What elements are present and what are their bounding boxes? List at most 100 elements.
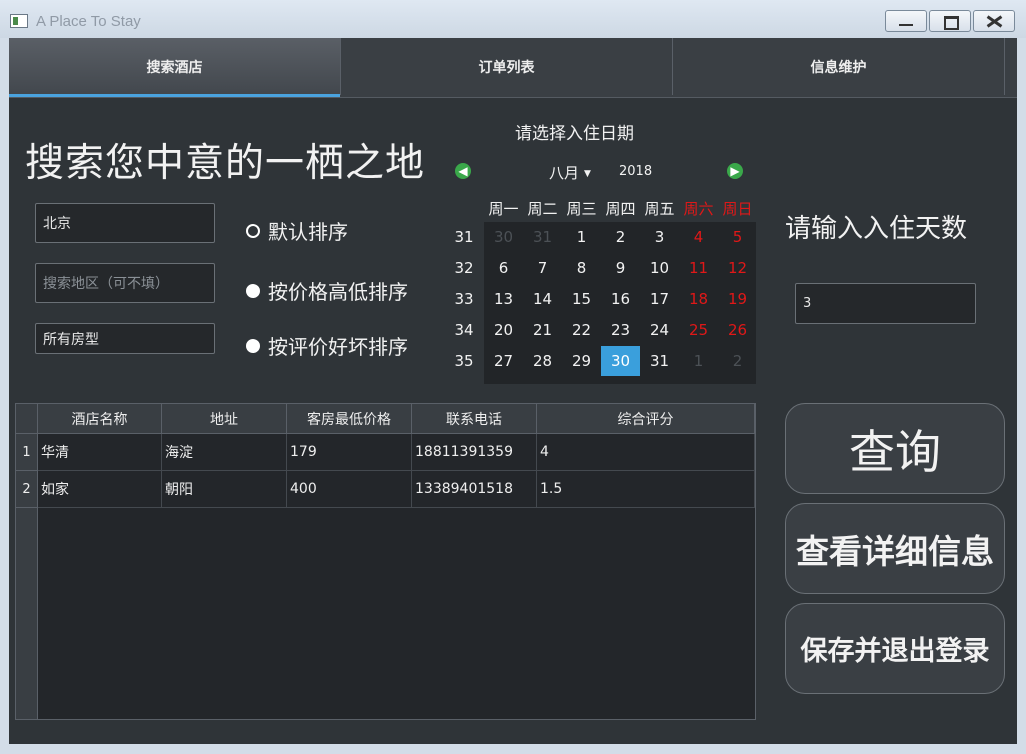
calendar-day[interactable]: 12	[718, 253, 757, 283]
weekday-label: 周五	[644, 200, 675, 218]
week-number: 32	[454, 259, 474, 277]
window-title: A Place To Stay	[36, 13, 141, 30]
tab-order-list[interactable]: 订单列表	[341, 38, 673, 95]
weekday-label: 周六	[683, 200, 714, 218]
calendar-day[interactable]: 20	[484, 315, 523, 345]
hotel-results-table: 酒店名称 地址 客房最低价格 联系电话 综合评分 1 华清 海淀 179 18811391359 4…	[15, 403, 756, 720]
calendar-day-selected[interactable]: 30	[601, 346, 640, 376]
view-details-button[interactable]: 查看详细信息	[785, 503, 1005, 594]
column-header[interactable]: 地址	[162, 404, 287, 434]
calendar-day[interactable]: 14	[523, 284, 562, 314]
calendar-day[interactable]: 15	[562, 284, 601, 314]
column-header[interactable]: 客房最低价格	[287, 404, 412, 434]
radio-checked-icon	[246, 338, 260, 353]
save-and-logout-button[interactable]: 保存并退出登录	[785, 603, 1005, 694]
chevron-down-icon: ▼	[584, 168, 591, 179]
room-type-select[interactable]: 所有房型	[35, 323, 215, 354]
calendar-day[interactable]: 18	[679, 284, 718, 314]
radio-unchecked-icon	[246, 223, 260, 238]
table-cell[interactable]: 400	[287, 471, 412, 508]
week-number: 35	[454, 352, 474, 370]
month-dropdown[interactable]: 八月 ▼	[549, 162, 591, 183]
calendar-day[interactable]: 1	[562, 222, 601, 252]
weekday-label: 周三	[566, 200, 597, 218]
calendar-day[interactable]: 11	[679, 253, 718, 283]
calendar-day[interactable]: 8	[562, 253, 601, 283]
weekday-label: 周一	[488, 200, 519, 218]
calendar-day[interactable]: 7	[523, 253, 562, 283]
page-title: 搜索您中意的一栖之地	[25, 141, 426, 186]
calendar-day[interactable]: 29	[562, 346, 601, 376]
calendar-day[interactable]: 6	[484, 253, 523, 283]
next-month-arrow-icon[interactable]: ▶	[727, 163, 743, 179]
row-header-gutter	[16, 508, 38, 719]
weekday-label: 周二	[527, 200, 558, 218]
sort-default-radio[interactable]: 默认排序	[246, 216, 348, 245]
calendar-day[interactable]: 16	[601, 284, 640, 314]
table-cell[interactable]: 海淀	[162, 434, 287, 471]
app-content: 搜索酒店 订单列表 信息维护 搜索您中意的一栖之地 北京 搜索地区（可不填） 所…	[9, 38, 1017, 744]
weekday-label: 周四	[605, 200, 636, 218]
column-header[interactable]: 综合评分	[537, 404, 755, 434]
calendar-day[interactable]: 28	[523, 346, 562, 376]
column-header[interactable]: 联系电话	[412, 404, 537, 434]
table-cell[interactable]: 13389401518	[412, 471, 537, 508]
table-cell[interactable]: 华清	[38, 434, 162, 471]
calendar-day[interactable]: 17	[640, 284, 679, 314]
tab-info-maintenance[interactable]: 信息维护	[673, 38, 1005, 95]
sort-by-price-radio[interactable]: 按价格高低排序	[246, 276, 408, 305]
week-number: 34	[454, 321, 474, 339]
calendar-day[interactable]: 26	[718, 315, 757, 345]
area-search-input[interactable]: 搜索地区（可不填）	[35, 263, 215, 303]
stay-days-label: 请输入入住天数	[785, 214, 968, 244]
minimize-button[interactable]	[885, 10, 927, 32]
app-window-icon	[10, 14, 28, 28]
year-label: 2018	[619, 164, 653, 179]
calendar-day[interactable]: 1	[679, 346, 718, 376]
calendar-day[interactable]: 24	[640, 315, 679, 345]
radio-checked-icon	[246, 283, 260, 298]
calendar-day[interactable]: 23	[601, 315, 640, 345]
calendar-day[interactable]: 31	[640, 346, 679, 376]
calendar-day[interactable]: 2	[718, 346, 757, 376]
calendar-day[interactable]: 22	[562, 315, 601, 345]
maximize-button[interactable]	[929, 10, 971, 32]
calendar-day[interactable]: 30	[484, 222, 523, 252]
tab-search-hotel[interactable]: 搜索酒店	[9, 38, 341, 97]
table-cell[interactable]: 18811391359	[412, 434, 537, 471]
table-cell[interactable]: 如家	[38, 471, 162, 508]
radio-label: 默认排序	[268, 220, 348, 244]
calendar-day[interactable]: 21	[523, 315, 562, 345]
table-cell[interactable]: 4	[537, 434, 755, 471]
table-corner	[16, 404, 38, 434]
prev-month-arrow-icon[interactable]: ◀	[455, 163, 471, 179]
table-cell[interactable]: 1.5	[537, 471, 755, 508]
city-input[interactable]: 北京	[35, 203, 215, 243]
calendar-day[interactable]: 9	[601, 253, 640, 283]
query-button[interactable]: 查询	[785, 403, 1005, 494]
calendar-day[interactable]: 3	[640, 222, 679, 252]
table-cell[interactable]: 179	[287, 434, 412, 471]
calendar-day[interactable]: 27	[484, 346, 523, 376]
row-index: 1	[16, 434, 38, 471]
week-number: 33	[454, 290, 474, 308]
radio-label: 按价格高低排序	[268, 280, 408, 304]
calendar-day[interactable]: 19	[718, 284, 757, 314]
close-button[interactable]	[973, 10, 1015, 32]
table-cell[interactable]: 朝阳	[162, 471, 287, 508]
calendar-day[interactable]: 5	[718, 222, 757, 252]
weekday-label: 周日	[722, 200, 753, 218]
radio-label: 按评价好坏排序	[268, 335, 408, 359]
calendar-day[interactable]: 25	[679, 315, 718, 345]
calendar-day[interactable]: 4	[679, 222, 718, 252]
column-header[interactable]: 酒店名称	[38, 404, 162, 434]
stay-days-input[interactable]: 3	[795, 283, 976, 324]
tab-bar: 搜索酒店 订单列表 信息维护	[9, 38, 1017, 98]
calendar-day[interactable]: 13	[484, 284, 523, 314]
title-bar: A Place To Stay	[0, 0, 1026, 38]
calendar-day[interactable]: 31	[523, 222, 562, 252]
calendar-day[interactable]: 2	[601, 222, 640, 252]
calendar-day[interactable]: 10	[640, 253, 679, 283]
sort-by-rating-radio[interactable]: 按评价好坏排序	[246, 331, 408, 360]
week-number: 31	[454, 228, 474, 246]
